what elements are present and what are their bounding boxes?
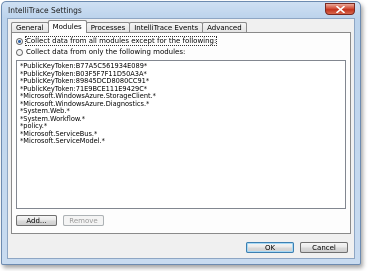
include-modules-option[interactable]: Collect data from only the following mod… [16,48,185,56]
modules-list[interactable]: *PublicKeyToken:B77A5C561934E089* *Publi… [16,60,346,209]
ok-button-label: OK [264,243,276,252]
tab-label: General [16,24,44,32]
tab-label: Advanced [207,24,242,32]
tab-label: IntelliTrace Events [134,24,199,32]
title-bar[interactable]: IntelliTrace Settings [2,2,360,18]
list-item[interactable]: *System.Workflow.* [20,115,345,124]
add-button-label: Add... [26,216,47,225]
remove-button[interactable]: Remove [63,215,104,226]
cancel-button-label: Cancel [312,243,336,252]
add-button[interactable]: Add... [16,215,57,226]
settings-dialog: IntelliTrace Settings General Modules Pr… [1,1,361,265]
window-title: IntelliTrace Settings [8,6,82,15]
remove-button-label: Remove [69,216,98,225]
exclude-radio[interactable] [16,37,23,45]
exclude-modules-option[interactable]: Collect data from all modules except for… [16,36,218,46]
cancel-button[interactable]: Cancel [300,242,348,253]
list-item[interactable]: *Microsoft.ServiceModel.* [20,137,345,146]
include-radio[interactable] [16,48,23,56]
ok-button[interactable]: OK [246,242,294,253]
tab-modules[interactable]: Modules [47,20,87,33]
include-radio-label: Collect data from only the following mod… [26,48,186,56]
exclude-radio-label: Collect data from all modules except for… [24,36,218,46]
modules-panel: Collect data from all modules except for… [11,32,351,234]
tab-label: Modules [52,23,82,31]
dialog-client-area: General Modules Processes IntelliTrace E… [7,18,355,259]
close-icon [335,5,345,13]
tab-label: Processes [90,24,126,32]
close-button[interactable] [325,3,355,15]
